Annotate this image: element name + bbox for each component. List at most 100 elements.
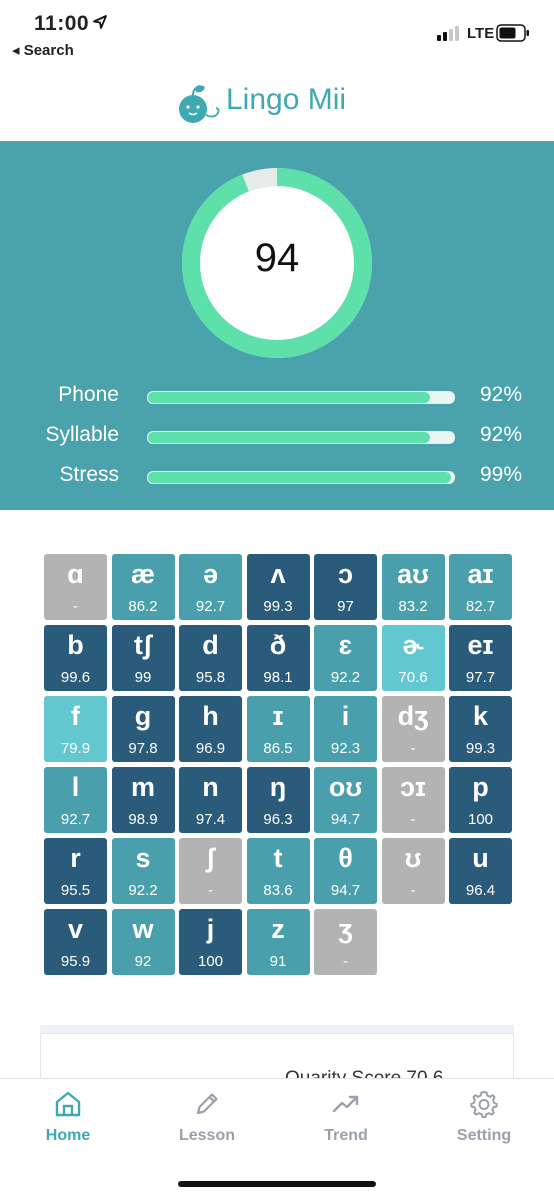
phoneme-symbol: g [134, 701, 152, 731]
phoneme-tile[interactable]: j 100 [179, 909, 242, 975]
phoneme-tile[interactable]: θ 94.7 [314, 838, 377, 904]
status-time: 11:00 [34, 12, 90, 35]
phoneme-score: - [343, 953, 348, 970]
phoneme-tile[interactable]: g 97.8 [111, 696, 175, 762]
network-type: LTE [467, 25, 495, 42]
phoneme-tile[interactable]: ð 98.1 [246, 625, 310, 691]
phoneme-tile[interactable]: ɪ 86.5 [246, 696, 310, 762]
phoneme-tile[interactable]: ɑ- [44, 554, 107, 620]
phoneme-tile[interactable]: i 92.3 [314, 696, 377, 762]
phoneme-symbol: w [132, 914, 154, 944]
home-icon [55, 1091, 81, 1117]
phoneme-symbol: j [206, 914, 215, 944]
phoneme-score: 95.9 [60, 953, 91, 970]
phoneme-tile[interactable]: ə 92.7 [179, 554, 242, 620]
phoneme-tile[interactable]: ʌ 99.3 [246, 554, 310, 620]
metric-value: 92% [480, 383, 523, 406]
metric-label: Syllable [45, 423, 119, 446]
phoneme-symbol: l [71, 772, 80, 802]
phoneme-tile[interactable]: tʃ 99 [111, 625, 175, 691]
phoneme-tile[interactable]: dʒ - [381, 696, 445, 762]
phoneme-symbol: r [70, 843, 81, 873]
back-to-search-link[interactable]: ◂ Search [12, 41, 74, 59]
phoneme-symbol: p [472, 772, 489, 802]
phoneme-tile[interactable]: ɔ 97 [314, 554, 377, 620]
phoneme-tile[interactable]: oʊ 94.7 [314, 767, 377, 833]
phoneme-score: 98.9 [128, 811, 158, 828]
phoneme-tile[interactable]: æ 86.2 [111, 554, 175, 620]
phoneme-score: 92.2 [330, 669, 361, 686]
phoneme-symbol: ʌ [270, 559, 286, 589]
phoneme-tile[interactable]: ŋ 96.3 [246, 767, 310, 833]
phoneme-tile[interactable]: n 97.4 [179, 767, 242, 833]
phoneme-symbol: ɔ [337, 559, 354, 589]
phoneme-score: 94.7 [330, 811, 361, 828]
phoneme-symbol: b [67, 630, 84, 660]
phoneme-score: 92 [134, 953, 152, 970]
tab-setting[interactable]: Setting [434, 1089, 534, 1145]
metric-progress-fill [148, 392, 430, 403]
status-bar: 11:00 ◂ Search LTE [0, 0, 554, 70]
phoneme-score: 96.9 [195, 740, 226, 757]
phoneme-symbol: ʒ [338, 914, 353, 944]
brand-title: Lingo Mii [226, 83, 347, 116]
metric-label: Phone [58, 383, 119, 406]
phoneme-symbol: h [202, 701, 219, 731]
phoneme-tile[interactable]: v 95.9 [44, 909, 107, 975]
phoneme-score: 92.7 [60, 811, 91, 828]
metric-progress-fill [148, 432, 430, 443]
phoneme-score: 95.8 [195, 669, 226, 686]
phoneme-tile[interactable]: w 92 [111, 909, 175, 975]
phoneme-tile[interactable]: l 92.7 [44, 767, 107, 833]
phoneme-symbol: ɚ [402, 630, 424, 660]
phoneme-tile[interactable]: k 99.3 [449, 696, 512, 762]
phoneme-tile[interactable]: ɛ 92.2 [314, 625, 377, 691]
phoneme-score: - [410, 811, 416, 828]
phoneme-score: 83.6 [263, 882, 293, 899]
tab-home[interactable]: Home [18, 1089, 118, 1145]
phoneme-score: 92.3 [330, 740, 361, 757]
phoneme-score: 83.2 [398, 598, 428, 615]
phoneme-tile[interactable]: r 95.5 [44, 838, 107, 904]
gear-icon [470, 1091, 498, 1118]
phoneme-tile[interactable]: p 100 [449, 767, 512, 833]
metric-value: 92% [480, 423, 523, 446]
phoneme-tile[interactable]: t 83.6 [246, 838, 310, 904]
phoneme-symbol: v [67, 914, 84, 944]
phoneme-tile[interactable]: ɔɪ - [381, 767, 445, 833]
metric-progress-bar [147, 471, 455, 484]
app-header: Lingo Mii [0, 75, 554, 137]
phoneme-tile[interactable]: m 98.9 [111, 767, 175, 833]
phoneme-symbol: t [273, 843, 283, 873]
tab-label: Lesson [178, 1127, 235, 1144]
phoneme-tile[interactable]: eɪ 97.7 [449, 625, 512, 691]
phoneme-tile[interactable]: h 96.9 [179, 696, 242, 762]
phoneme-symbol: tʃ [134, 630, 152, 660]
phoneme-symbol: θ [338, 843, 353, 873]
phoneme-score: 98.1 [263, 669, 293, 686]
tab-lesson[interactable]: Lesson [157, 1089, 257, 1145]
phoneme-tile[interactable]: ʃ- [179, 838, 242, 904]
tab-label: Setting [456, 1127, 512, 1144]
phoneme-symbol: ŋ [269, 772, 287, 802]
phoneme-tile[interactable]: b 99.6 [44, 625, 107, 691]
phoneme-tile[interactable]: aʊ 83.2 [381, 554, 445, 620]
location-arrow-icon [93, 15, 107, 29]
phoneme-symbol: u [472, 843, 489, 873]
phoneme-tile[interactable]: ʒ- [314, 909, 377, 975]
phoneme-tile[interactable]: aɪ 82.7 [449, 554, 512, 620]
phoneme-tile[interactable]: z 91 [246, 909, 310, 975]
phoneme-tile[interactable]: ɚ 70.6 [381, 625, 445, 691]
phoneme-tile[interactable]: d 95.8 [179, 625, 242, 691]
phoneme-symbol: ə [202, 559, 219, 589]
tab-trend[interactable]: Trend [296, 1089, 396, 1145]
phoneme-tile[interactable]: s 92.2 [111, 838, 175, 904]
phoneme-symbol: m [130, 772, 155, 802]
phoneme-score: 99.3 [465, 740, 496, 757]
phoneme-symbol: ð [269, 630, 287, 660]
phoneme-tile[interactable]: ʊ- [381, 838, 445, 904]
phoneme-symbol: dʒ [397, 701, 429, 731]
phoneme-tile[interactable]: u 96.4 [449, 838, 512, 904]
metric-progress-bar [147, 391, 455, 404]
phoneme-tile[interactable]: f 79.9 [44, 696, 107, 762]
